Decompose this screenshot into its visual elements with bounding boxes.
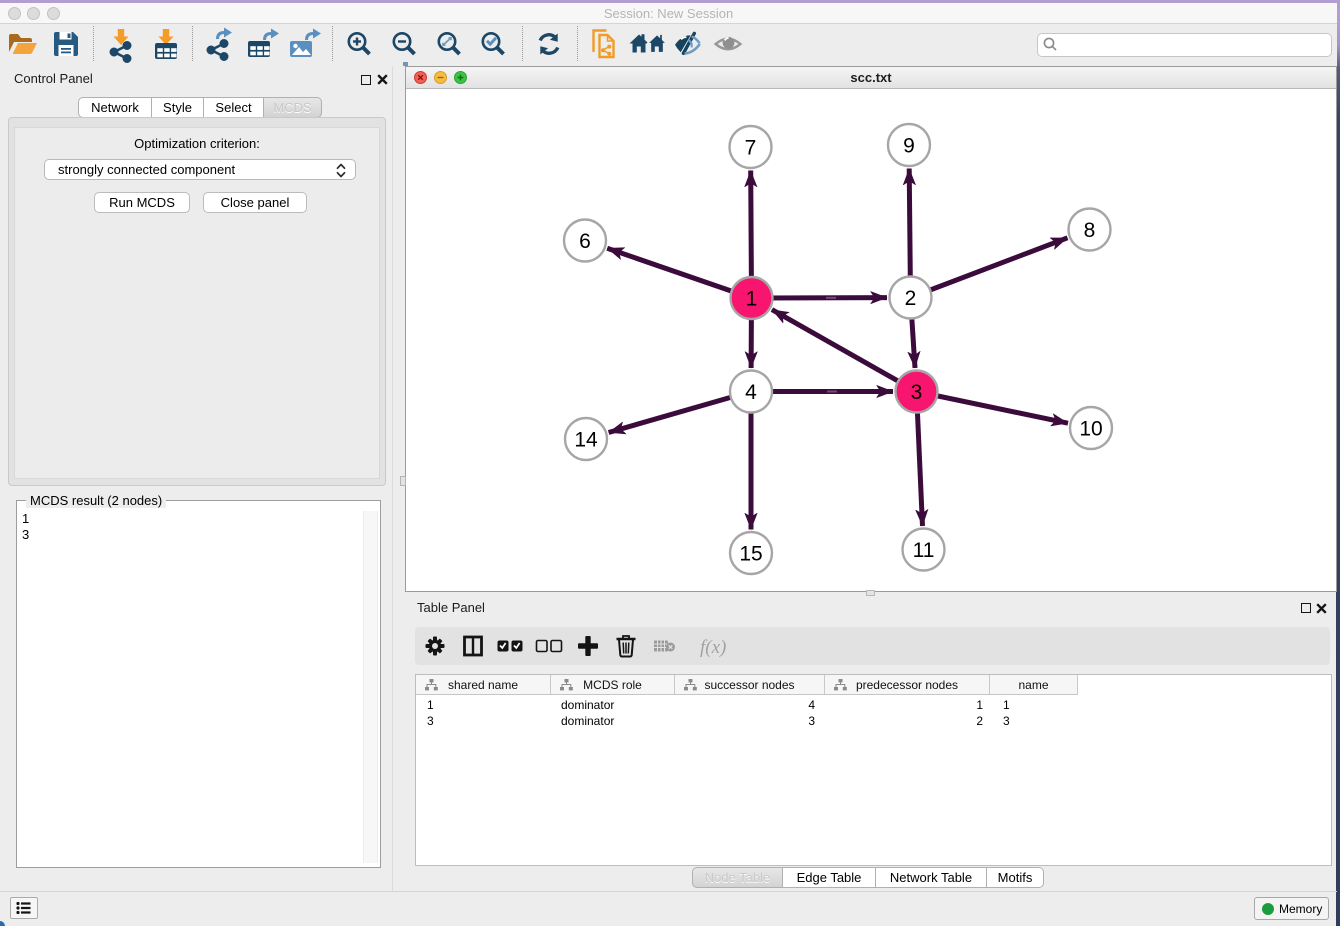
svg-text:f(x): f(x)	[700, 637, 726, 658]
svg-text:11: 11	[913, 539, 935, 562]
svg-text:8: 8	[1084, 219, 1096, 242]
svg-text:15: 15	[739, 543, 762, 566]
svg-text:14: 14	[574, 429, 598, 452]
svg-text:9: 9	[903, 135, 915, 158]
svg-text:1: 1	[746, 288, 758, 311]
svg-text:4: 4	[745, 381, 757, 404]
svg-text:6: 6	[579, 230, 591, 253]
svg-text:7: 7	[745, 137, 757, 160]
svg-text:3: 3	[911, 381, 923, 404]
svg-text:2: 2	[905, 287, 917, 310]
svg-text:10: 10	[1079, 418, 1102, 441]
